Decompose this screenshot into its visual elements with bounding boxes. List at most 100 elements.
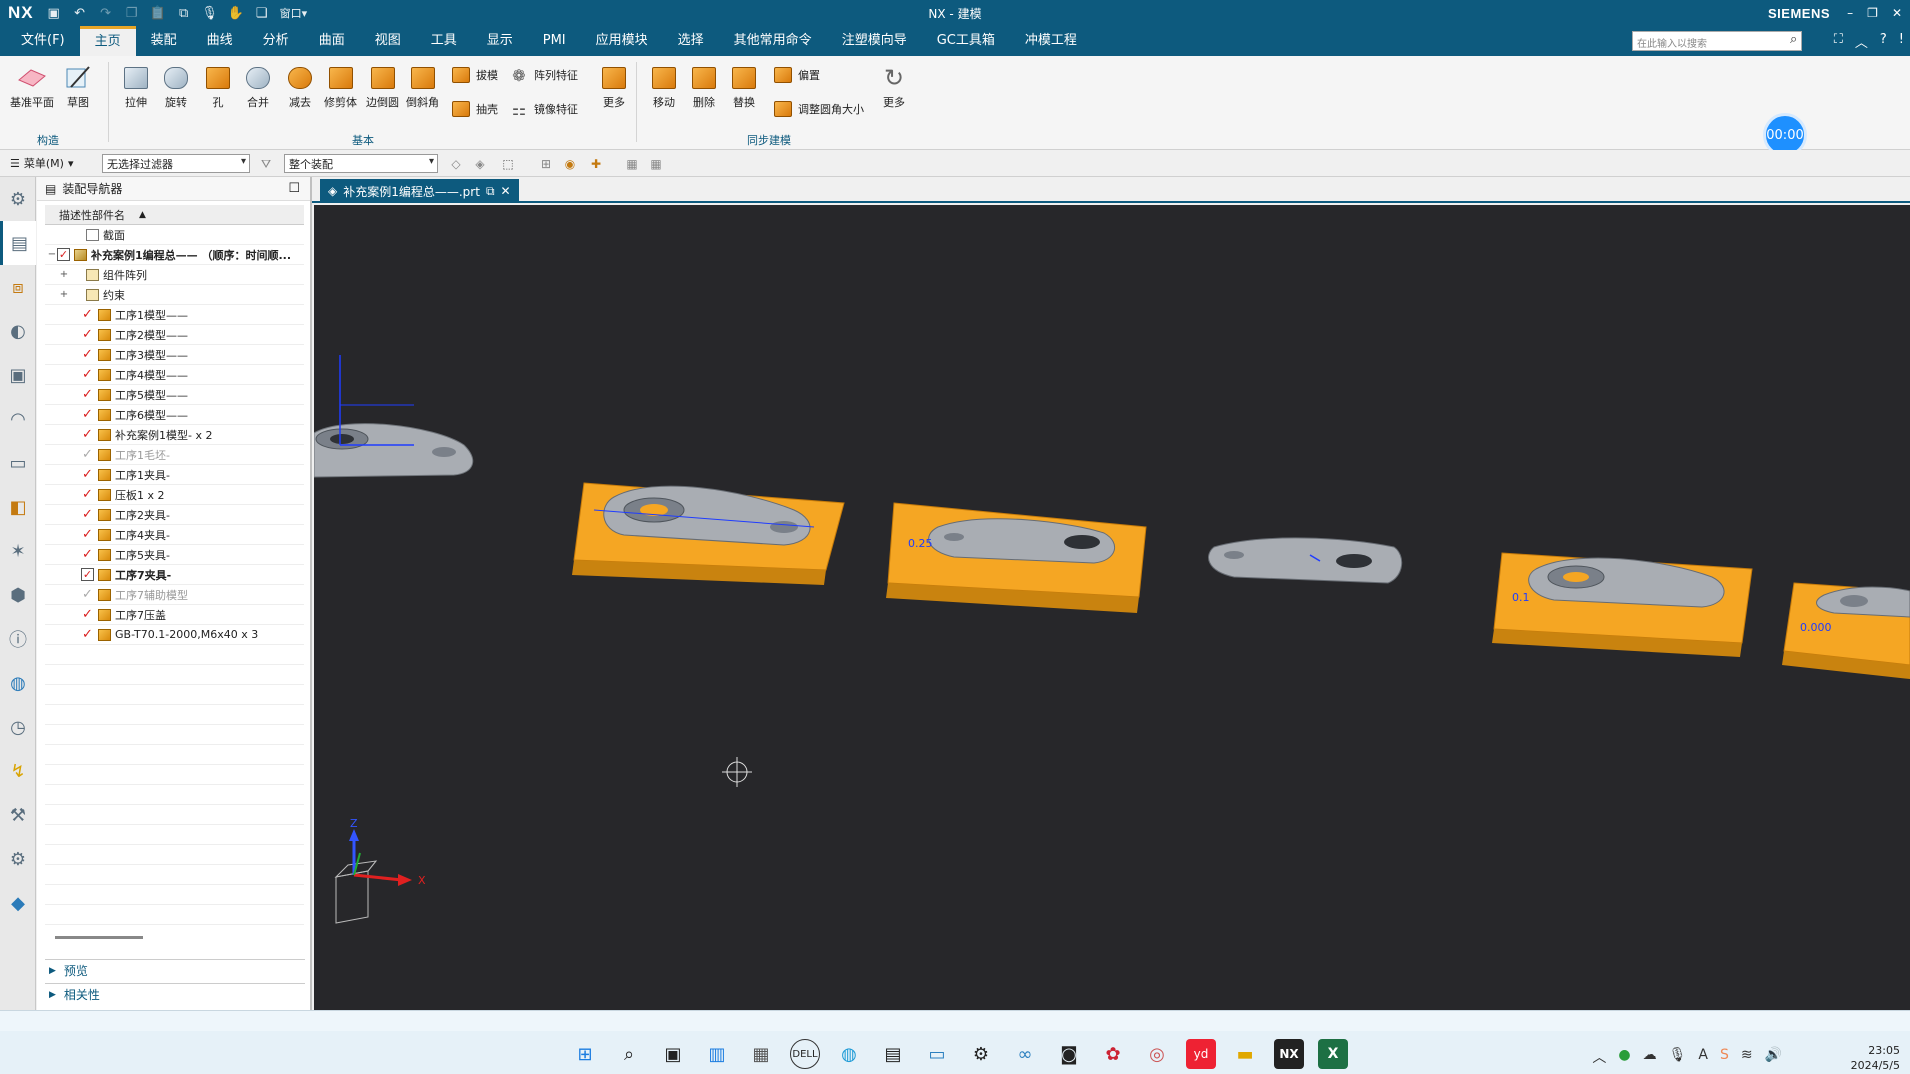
- menu-item[interactable]: 工具: [416, 26, 472, 56]
- search-icon[interactable]: ⌕: [614, 1039, 644, 1069]
- assembly-navigator-tab-icon[interactable]: ▤: [0, 221, 36, 265]
- tree-row[interactable]: ✓ 工序7压盖: [45, 605, 304, 625]
- font-icon[interactable]: A: [1698, 1047, 1708, 1067]
- column-header-part-name[interactable]: 描述性部件名 ▲: [45, 205, 304, 225]
- visibility-check-icon[interactable]: ✓: [81, 507, 94, 522]
- fixture-plate-3[interactable]: [1492, 552, 1753, 657]
- replace-face-button[interactable]: 替换: [728, 62, 760, 110]
- tree-row[interactable]: ✓ 工序4模型——: [45, 365, 304, 385]
- info-icon[interactable]: ⓘ: [0, 617, 36, 661]
- edge-blend-button[interactable]: 边倒圆: [366, 62, 399, 110]
- tree-row[interactable]: ✓ 工序4夹具-: [45, 525, 304, 545]
- move-face-button[interactable]: 移动: [648, 62, 680, 110]
- more-basic-button[interactable]: 更多: [598, 62, 630, 110]
- menu-item[interactable]: 应用模块: [581, 26, 663, 56]
- microphone-icon[interactable]: 🎙: [201, 5, 218, 21]
- visibility-check-icon[interactable]: ✓: [81, 307, 94, 322]
- reuse-library-icon[interactable]: ▣: [0, 353, 36, 397]
- hd3d-tools-icon[interactable]: ◠: [0, 397, 36, 441]
- preview-panel-toggle[interactable]: ▶ 预览: [45, 959, 305, 981]
- horizontal-scrollbar[interactable]: [55, 936, 143, 939]
- window-icon[interactable]: ⧉: [176, 5, 192, 21]
- maximize-panel-icon[interactable]: ☐: [288, 181, 300, 196]
- settings-icon[interactable]: ⚙: [0, 177, 36, 221]
- visibility-check-icon[interactable]: ✓: [81, 347, 94, 362]
- wechat-icon[interactable]: ●: [1618, 1047, 1630, 1067]
- pattern-feature-button[interactable]: ❁ 阵列特征: [508, 64, 578, 86]
- fullscreen-icon[interactable]: ⛶: [1834, 32, 1843, 51]
- microphone-icon[interactable]: 🎙: [1669, 1047, 1687, 1067]
- dependencies-panel-toggle[interactable]: ▶ 相关性: [45, 983, 305, 1005]
- cube-icon[interactable]: ▦: [624, 156, 640, 172]
- menu-item[interactable]: 冲模工程: [1010, 26, 1092, 56]
- tree-row[interactable]: ✓ GB-T70.1-2000,M6x40 x 3: [45, 625, 304, 645]
- datum-plane-button[interactable]: 基准平面: [10, 62, 54, 110]
- menu-item[interactable]: 曲面: [304, 26, 360, 56]
- sort-ascending-icon[interactable]: ▲: [139, 210, 146, 220]
- globe-icon[interactable]: ◍: [0, 661, 36, 705]
- visibility-check-icon[interactable]: ✓: [81, 467, 94, 482]
- shell-button[interactable]: 抽壳: [450, 98, 498, 120]
- analysis-icon[interactable]: ↯: [0, 749, 36, 793]
- delete-face-button[interactable]: 删除: [688, 62, 720, 110]
- part-navigator-icon[interactable]: ◐: [0, 309, 36, 353]
- draft-button[interactable]: 拔模: [450, 64, 498, 86]
- bot-icon[interactable]: ◙: [1054, 1039, 1084, 1069]
- visibility-check-icon[interactable]: ✓: [81, 387, 94, 402]
- youdao-icon[interactable]: yd: [1186, 1039, 1216, 1069]
- main-menu-button[interactable]: ☰ 菜单(M) ▾: [10, 155, 73, 171]
- tree-row[interactable]: + 约束: [45, 285, 304, 305]
- visibility-check-icon[interactable]: ✓: [81, 447, 94, 462]
- tree-row[interactable]: ✓ 补充案例1模型- x 2: [45, 425, 304, 445]
- roles-icon[interactable]: ◆: [0, 881, 36, 925]
- menu-item[interactable]: 选择: [663, 26, 719, 56]
- tree-row[interactable]: ✓ 工序5夹具-: [45, 545, 304, 565]
- file-explorer-icon[interactable]: ▬: [1230, 1039, 1260, 1069]
- tree-row[interactable]: ✓ 工序1夹具-: [45, 465, 304, 485]
- tree-row[interactable]: ✓ 工序2夹具-: [45, 505, 304, 525]
- fixture-plate-1[interactable]: [572, 482, 845, 585]
- cube-icon[interactable]: ▦: [648, 156, 664, 172]
- wifi-icon[interactable]: ≋: [1741, 1047, 1753, 1067]
- clock-icon[interactable]: ◷: [0, 705, 36, 749]
- volume-icon[interactable]: 🔊: [1765, 1047, 1782, 1067]
- remote-desktop-icon[interactable]: ▭: [922, 1039, 952, 1069]
- snap-point-icon[interactable]: ⬚: [500, 156, 516, 172]
- tree-row[interactable]: ✓ 压板1 x 2: [45, 485, 304, 505]
- menu-item[interactable]: 曲线: [192, 26, 248, 56]
- save-icon[interactable]: ▣: [46, 5, 62, 21]
- command-search-input[interactable]: 在此输入以搜索: [1632, 31, 1802, 51]
- hole-button[interactable]: 孔: [202, 62, 234, 110]
- flower-icon[interactable]: ✿: [1098, 1039, 1128, 1069]
- edge-browser-icon[interactable]: ◍: [834, 1039, 864, 1069]
- visibility-check-icon[interactable]: ✓: [81, 527, 94, 542]
- extrude-button[interactable]: 拉伸: [120, 62, 152, 110]
- tree-row[interactable]: − ✓ 补充案例1编程总—— （顺序：时间顺...: [45, 245, 304, 265]
- window-menu-icon[interactable]: 窗口▾: [280, 5, 308, 21]
- select-tool-icon[interactable]: ◇: [448, 156, 464, 172]
- tree-row[interactable]: ✓ 工序1毛坯-: [45, 445, 304, 465]
- settings-gear-icon[interactable]: ⚙: [966, 1039, 996, 1069]
- expand-toggle-icon[interactable]: +: [59, 269, 69, 280]
- excel-icon[interactable]: X: [1318, 1039, 1348, 1069]
- selection-scope-select[interactable]: 整个装配: [284, 154, 438, 173]
- revolve-button[interactable]: 旋转: [160, 62, 192, 110]
- network-icon[interactable]: ☁: [1643, 1047, 1657, 1067]
- visibility-check-icon[interactable]: ✓: [81, 607, 94, 622]
- mold-wizard-icon[interactable]: ⚙: [0, 837, 36, 881]
- widgets-icon[interactable]: ▥: [702, 1039, 732, 1069]
- menu-item[interactable]: 主页: [79, 26, 136, 56]
- restore-icon[interactable]: ❐: [1867, 6, 1878, 20]
- web-browser-icon[interactable]: ▭: [0, 441, 36, 485]
- history-icon[interactable]: ◧: [0, 485, 36, 529]
- add-component-icon[interactable]: ✚: [588, 156, 604, 172]
- link-icon[interactable]: ∞: [1010, 1039, 1040, 1069]
- calculator-icon[interactable]: ▦: [746, 1039, 776, 1069]
- offset-region-button[interactable]: 偏置: [772, 64, 820, 86]
- manufacturing-wizard-icon[interactable]: ⬢: [0, 573, 36, 617]
- touch-mode-icon[interactable]: ✋: [228, 5, 244, 21]
- fixture-plate-4[interactable]: 0.000: [1782, 582, 1910, 679]
- search-icon[interactable]: ⌕: [1790, 32, 1797, 47]
- switch-window-icon[interactable]: ❏: [254, 5, 270, 21]
- dell-icon[interactable]: DELL: [790, 1039, 820, 1069]
